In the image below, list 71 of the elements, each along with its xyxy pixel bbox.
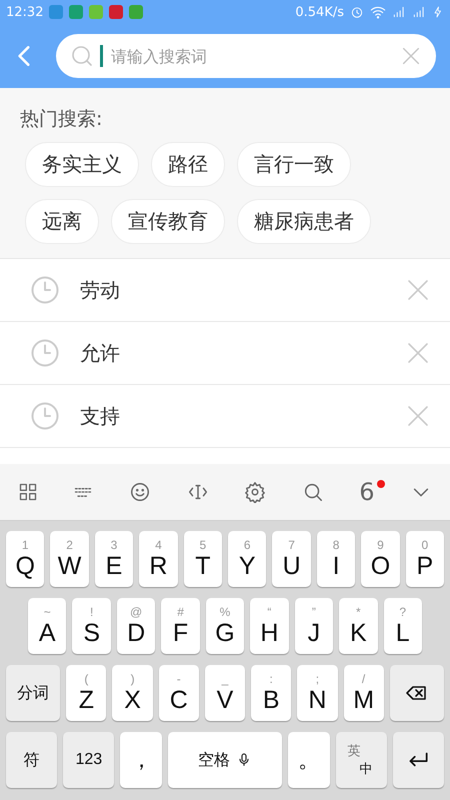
search-input[interactable]: 请输入搜索词 — [109, 46, 394, 66]
notification-icon — [129, 5, 144, 19]
key[interactable]: 8 I — [316, 531, 356, 587]
search-tag[interactable]: 务实主义 — [25, 142, 139, 187]
key[interactable]: 7 U — [272, 531, 311, 587]
search-tag[interactable]: 路径 — [151, 142, 225, 187]
clock-icon — [30, 338, 60, 368]
key[interactable]: : B — [251, 665, 292, 721]
history-item[interactable]: 允许 — [80, 340, 386, 366]
notification-icon — [109, 5, 124, 19]
alarm-icon — [350, 5, 364, 19]
key[interactable]: ( Z — [66, 665, 106, 721]
key[interactable]: ” J — [294, 598, 334, 654]
search-bar[interactable]: 请输入搜索词 — [56, 34, 436, 78]
key[interactable]: 4 R — [139, 531, 178, 587]
key[interactable]: 0 P — [406, 531, 444, 587]
key[interactable]: 3 E — [94, 531, 134, 587]
notification-icon — [49, 5, 64, 19]
space-key[interactable]: 空格 — [168, 732, 282, 788]
key[interactable]: 5 T — [184, 531, 222, 587]
grid-icon — [18, 482, 38, 502]
key[interactable]: ~ A — [28, 598, 66, 654]
wifi-icon — [370, 4, 386, 20]
search-tag[interactable]: 糖尿病患者 — [237, 199, 371, 244]
section-title: 热门搜索: — [20, 107, 104, 132]
key[interactable]: 9 O — [361, 531, 400, 587]
search-tag[interactable]: 言行一致 — [237, 142, 351, 187]
smiley-icon — [128, 481, 151, 503]
key[interactable]: 符 — [6, 732, 58, 788]
delete-icon — [406, 341, 430, 365]
key[interactable]: / M — [344, 665, 384, 721]
key[interactable]: 分词 — [6, 665, 60, 721]
backspace-key[interactable] — [390, 665, 444, 721]
delete-icon — [406, 278, 430, 302]
key[interactable]: 。 — [288, 732, 330, 788]
key[interactable]: ， — [120, 732, 162, 788]
key[interactable]: * K — [339, 598, 378, 654]
candidate-button[interactable]: 6 — [359, 478, 375, 506]
key[interactable]: ! S — [72, 598, 111, 654]
key[interactable]: # F — [161, 598, 200, 654]
network-speed: 0.54K/s — [295, 4, 344, 20]
enter-key[interactable] — [392, 732, 444, 788]
signal-icon — [412, 5, 426, 19]
key[interactable]: _ V — [204, 665, 246, 721]
history-item[interactable]: 支持 — [80, 402, 386, 430]
settings-icon — [244, 481, 266, 503]
history-item[interactable]: 劳动 — [80, 276, 386, 304]
key[interactable]: ; N — [297, 665, 338, 721]
key[interactable]: - C — [158, 665, 199, 721]
signal-icon — [392, 5, 406, 19]
clock-icon — [30, 275, 60, 305]
search-tag[interactable]: 宣传教育 — [111, 199, 225, 244]
charging-icon — [432, 6, 444, 18]
status-time: 12:32 — [6, 4, 44, 20]
search-icon — [70, 44, 94, 68]
notification-icon — [89, 5, 104, 19]
key[interactable]: 1 Q — [6, 531, 44, 587]
key[interactable]: 2 W — [50, 531, 89, 587]
key[interactable]: ) X — [112, 665, 153, 721]
delete-icon — [406, 404, 430, 428]
notification-icon — [69, 5, 84, 19]
language-key[interactable]: 英 中 — [336, 732, 387, 788]
clock-icon — [30, 401, 60, 431]
key[interactable]: “ H — [250, 598, 289, 654]
key[interactable]: ? L — [384, 598, 422, 654]
key[interactable]: % G — [206, 598, 244, 654]
key[interactable]: @ D — [116, 598, 156, 654]
key[interactable]: 123 — [63, 732, 114, 788]
key[interactable]: 6 Y — [228, 531, 266, 587]
search-tag[interactable]: 远离 — [25, 199, 99, 244]
clear-icon — [400, 45, 422, 67]
